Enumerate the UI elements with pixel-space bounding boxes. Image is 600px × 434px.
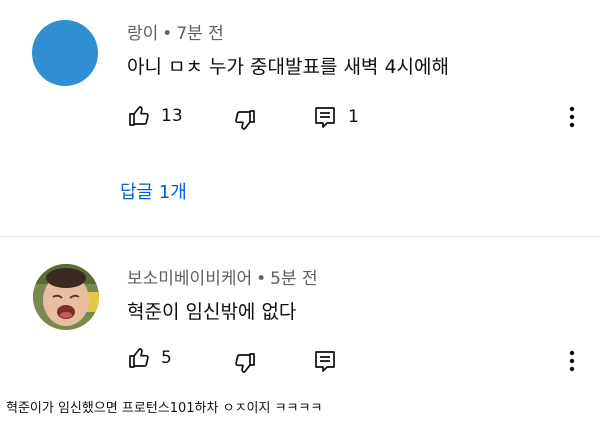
more-options-icon[interactable]	[569, 105, 575, 129]
reply-count: 1	[348, 107, 359, 127]
comment-time: 7분 전	[176, 24, 224, 44]
reply-icon	[315, 107, 335, 128]
like-icon	[129, 106, 149, 126]
avatar-photo	[33, 264, 99, 330]
meta-separator: •	[162, 24, 173, 44]
reply-button[interactable]: 1	[314, 104, 359, 130]
comment-meta: 보소미베이비케어 • 5분 전	[127, 264, 318, 289]
reply-icon	[315, 351, 335, 372]
dislike-button[interactable]	[233, 107, 257, 133]
dislike-button[interactable]	[233, 350, 257, 376]
comment-1: 랑이 • 7분 전 아니 ㅁㅊ 누가 중대발표를 새벽 4시에해 13 1 답글 1…	[0, 0, 600, 236]
author-name[interactable]: 보소미베이비케어	[127, 269, 252, 289]
comment-text: 아니 ㅁㅊ 누가 중대발표를 새벽 4시에해	[127, 56, 449, 78]
like-button[interactable]: 5	[127, 345, 172, 371]
comment-meta: 랑이 • 7분 전	[127, 19, 224, 44]
like-count: 5	[161, 348, 172, 368]
like-icon	[129, 348, 149, 368]
more-options-icon[interactable]	[569, 349, 575, 373]
comment-text: 혁준이 임신밖에 없다	[127, 301, 297, 323]
comment-2: 보소미베이비케어 • 5분 전 혁준이 임신밖에 없다 5	[0, 240, 600, 390]
avatar[interactable]	[32, 20, 98, 86]
like-count: 13	[161, 106, 183, 126]
dislike-icon	[235, 353, 255, 373]
comment-time: 5분 전	[270, 269, 318, 289]
avatar[interactable]	[33, 264, 99, 330]
image-caption: 혁준이가 임신했으면 프로턴스101하차 ㅇㅈ이지 ㅋㅋㅋㅋ	[6, 401, 323, 416]
view-replies-link[interactable]: 답글 1개	[120, 178, 187, 204]
meta-separator: •	[256, 269, 267, 289]
reply-button[interactable]	[314, 348, 336, 374]
divider	[0, 236, 600, 237]
like-button[interactable]: 13	[127, 103, 183, 129]
author-name[interactable]: 랑이	[127, 24, 158, 44]
dislike-icon	[235, 110, 255, 130]
